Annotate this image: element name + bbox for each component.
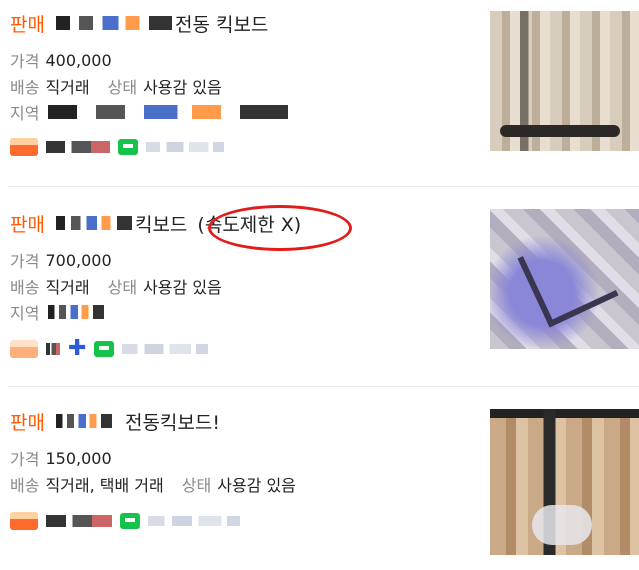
- shipping-value: 직거래: [45, 78, 90, 97]
- divider: [8, 386, 639, 387]
- price-label: 가격: [10, 450, 40, 469]
- redacted-seller-info: [122, 344, 209, 354]
- condition-value: 사용감 있음: [217, 476, 296, 495]
- price-value: 150,000: [45, 448, 112, 468]
- redacted-seller-info: [148, 516, 240, 526]
- shipping-row: 배송 직거래, 택배 거래 상태 사용감 있음: [10, 472, 296, 496]
- chat-icon[interactable]: [118, 139, 138, 155]
- redacted-text: [55, 414, 112, 428]
- region-row: 지역: [10, 300, 107, 324]
- seller-row[interactable]: [10, 512, 240, 530]
- shipping-value: 직거래: [45, 278, 90, 297]
- listing-card-1[interactable]: 판매 전동 킥보드 가격 400,000 배송 직거래 상태 사용감 있음 지역: [0, 0, 639, 170]
- price-value: 400,000: [45, 50, 112, 70]
- redacted-seller-name: [46, 343, 60, 355]
- shipping-row: 배송 직거래 상태 사용감 있음: [10, 274, 222, 298]
- shipping-label: 배송: [10, 278, 40, 297]
- sale-tag: 판매: [10, 13, 45, 36]
- price-row: 가격 700,000: [10, 248, 112, 272]
- redacted-region: [48, 105, 289, 119]
- listing-card-3[interactable]: 판매 전동킥보드! 가격 150,000 배송 직거래, 택배 거래 상태 사용…: [0, 400, 639, 570]
- region-label: 지역: [10, 304, 40, 323]
- redacted-seller-info: [146, 142, 224, 152]
- shipping-label: 배송: [10, 476, 40, 495]
- chat-icon[interactable]: [94, 341, 115, 357]
- redacted-text: [55, 16, 172, 30]
- sale-tag: 판매: [10, 411, 45, 434]
- price-value: 700,000: [45, 250, 112, 270]
- condition-value: 사용감 있음: [143, 278, 222, 297]
- region-row: 지역: [10, 100, 291, 124]
- listing-title-row[interactable]: 판매 전동 킥보드: [10, 8, 268, 38]
- listing-thumbnail[interactable]: [490, 209, 639, 349]
- condition-value: 사용감 있음: [143, 78, 222, 97]
- redacted-region: [48, 305, 105, 319]
- price-label: 가격: [10, 252, 40, 271]
- plus-icon: ✚: [68, 336, 87, 361]
- annotation-circle: [208, 205, 352, 251]
- shipping-value: 직거래, 택배 거래: [45, 476, 164, 495]
- listing-title[interactable]: 전동킥보드!: [125, 408, 220, 435]
- price-label: 가격: [10, 52, 40, 71]
- seller-avatar: [10, 512, 38, 530]
- divider: [8, 186, 639, 187]
- region-label: 지역: [10, 104, 40, 123]
- seller-avatar: [10, 340, 38, 358]
- condition-label: 상태: [107, 278, 138, 297]
- price-row: 가격 400,000: [10, 48, 112, 72]
- redacted-seller-name: [46, 141, 110, 153]
- condition-label: 상태: [181, 476, 212, 495]
- chat-icon[interactable]: [120, 513, 140, 529]
- seller-avatar: [10, 138, 38, 156]
- listing-thumbnail[interactable]: [490, 11, 639, 151]
- shipping-label: 배송: [10, 78, 40, 97]
- sale-tag: 판매: [10, 213, 45, 236]
- listing-title[interactable]: 전동 킥보드: [175, 10, 268, 37]
- listing-title[interactable]: 킥보드: [135, 210, 187, 237]
- price-row: 가격 150,000: [10, 446, 112, 470]
- seller-row[interactable]: [10, 138, 224, 156]
- listing-title-row[interactable]: 판매 전동킥보드!: [10, 406, 220, 436]
- listing-thumbnail[interactable]: [490, 409, 639, 555]
- condition-label: 상태: [107, 78, 138, 97]
- seller-row[interactable]: ✚: [10, 336, 209, 361]
- redacted-seller-name: [46, 515, 112, 527]
- shipping-row: 배송 직거래 상태 사용감 있음: [10, 74, 222, 98]
- redacted-text: [55, 216, 132, 230]
